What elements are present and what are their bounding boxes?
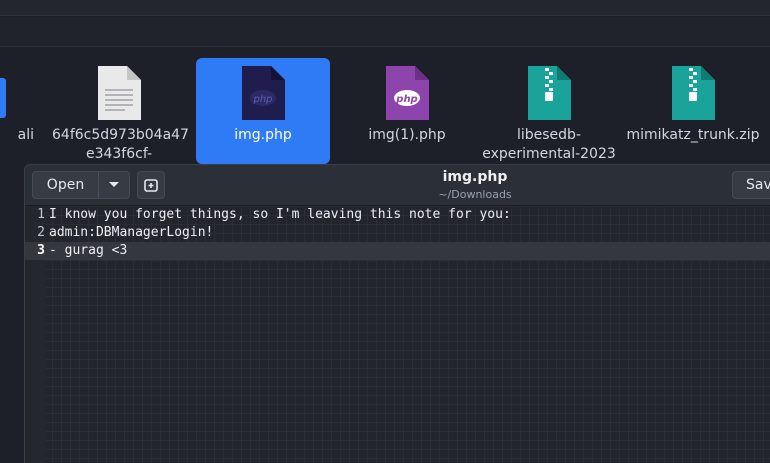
file-label-line-2: e343f6cf- bbox=[85, 146, 153, 162]
open-button-group: Open bbox=[32, 171, 130, 199]
zip-archive-icon bbox=[528, 66, 571, 120]
file-item-img-php[interactable]: php img.php bbox=[196, 58, 330, 164]
file-manager-path-bar bbox=[0, 17, 770, 47]
file-item-img1-php[interactable]: php img(1).php bbox=[340, 58, 474, 164]
php-badge-text: php bbox=[252, 94, 272, 105]
file-item-mimikatz[interactable]: mimikatz_trunk.zip bbox=[626, 58, 760, 164]
window-title: img.php bbox=[442, 169, 508, 185]
file-item-text[interactable]: 64f6c5d973b04a47 e343f6cf- bbox=[52, 58, 189, 164]
line-number: 2 bbox=[37, 225, 45, 240]
file-item-folder[interactable]: ali bbox=[0, 58, 34, 164]
line-text: admin:DBManagerLogin! bbox=[49, 225, 214, 240]
php-badge-text: php bbox=[395, 94, 417, 105]
save-button[interactable]: Save bbox=[732, 171, 770, 199]
file-label: mimikatz_trunk.zip bbox=[626, 127, 760, 143]
line-text: I know you forget things, so I'm leaving… bbox=[49, 207, 511, 222]
chevron-down-icon bbox=[109, 182, 119, 187]
text-line[interactable]: 1 I know you forget things, so I'm leavi… bbox=[25, 206, 770, 224]
file-label-line-2: experimental-2023 bbox=[482, 146, 616, 162]
php-file-icon: php bbox=[386, 66, 429, 120]
editor-text-area[interactable]: 1 I know you forget things, so I'm leavi… bbox=[25, 206, 770, 463]
file-label: img(1).php bbox=[368, 127, 446, 143]
open-button[interactable]: Open bbox=[33, 172, 99, 198]
text-editor-window: Open img.php ~/Downloads Save 1 I know y… bbox=[24, 164, 770, 463]
file-label: img.php bbox=[234, 127, 292, 143]
open-dropdown-button[interactable] bbox=[99, 172, 129, 198]
current-text-line[interactable]: 3 - gurag <3 bbox=[25, 242, 770, 260]
file-label: ali bbox=[17, 127, 34, 143]
file-item-libesedb[interactable]: libesedb- experimental-2023 bbox=[482, 58, 616, 164]
text-file-icon bbox=[98, 66, 141, 120]
text-line[interactable]: 2 admin:DBManagerLogin! bbox=[25, 224, 770, 242]
file-manager-toolbar bbox=[0, 0, 770, 16]
line-number: 1 bbox=[37, 207, 45, 222]
editor-header-bar: Open img.php ~/Downloads Save bbox=[25, 165, 770, 206]
php-file-icon: php bbox=[242, 66, 285, 120]
zip-archive-icon bbox=[672, 66, 715, 120]
line-number: 3 bbox=[37, 243, 45, 258]
file-label-line-1: 64f6c5d973b04a47 bbox=[52, 127, 189, 143]
new-document-button[interactable] bbox=[137, 171, 165, 199]
file-label-line-1: libesedb- bbox=[516, 127, 581, 143]
window-subtitle: ~/Downloads bbox=[438, 188, 512, 201]
line-text: - gurag <3 bbox=[49, 243, 128, 258]
folder-icon bbox=[0, 78, 6, 118]
new-tab-icon bbox=[144, 179, 158, 192]
